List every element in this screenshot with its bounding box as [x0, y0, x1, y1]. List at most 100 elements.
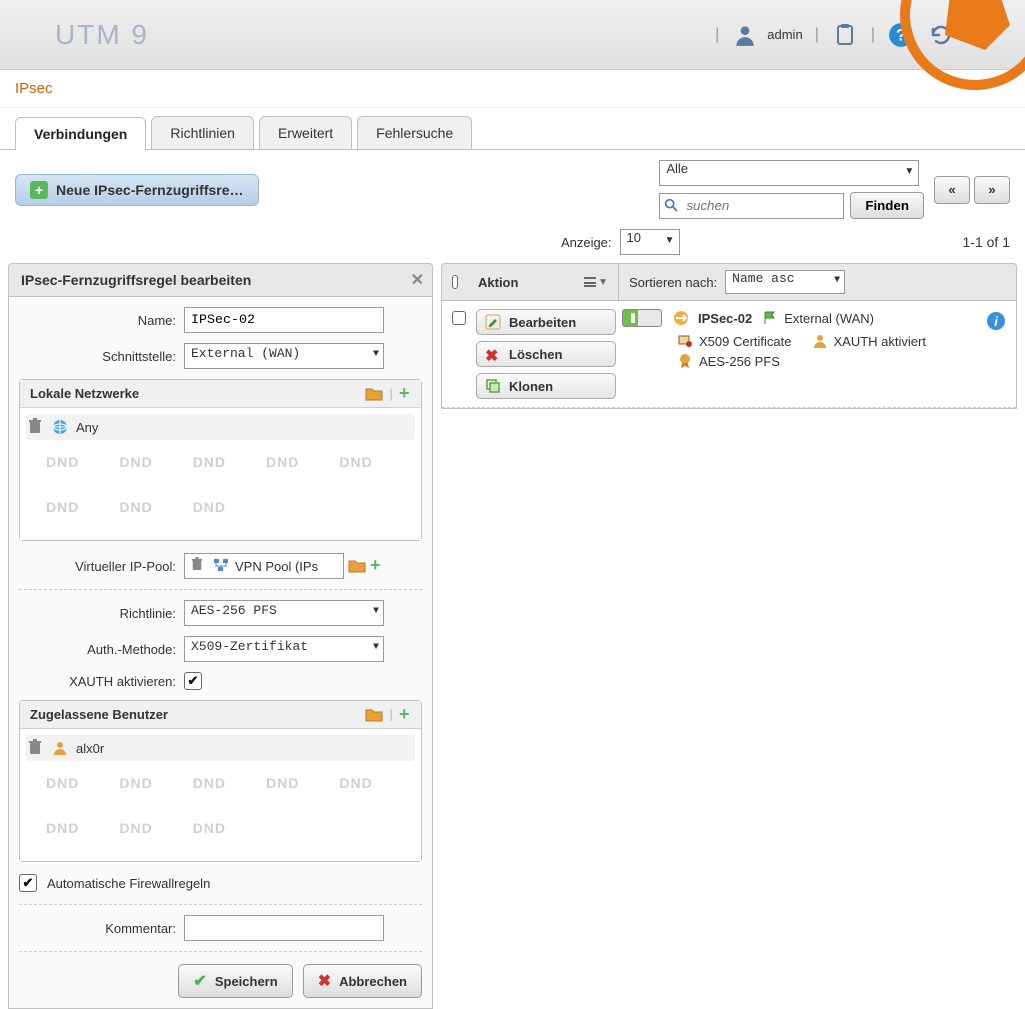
save-button[interactable]: ✔ Speichern [178, 964, 292, 998]
cancel-button[interactable]: ✖ Abbrechen [303, 964, 422, 998]
xauth-status: XAUTH aktiviert [834, 334, 926, 349]
display-label: Anzeige: [561, 235, 612, 250]
user-name: alx0r [76, 741, 104, 756]
comment-label: Kommentar: [19, 921, 184, 936]
svg-text:i: i [994, 314, 998, 329]
vip-pool-label: Virtueller IP-Pool: [19, 559, 184, 574]
interface-label: Schnittstelle: [19, 349, 184, 364]
new-rule-label: Neue IPsec-Fernzugriffsre… [56, 182, 244, 198]
name-label: Name: [19, 313, 184, 328]
user-icon [731, 21, 759, 49]
interface-name: External (WAN) [784, 311, 874, 326]
search-input[interactable] [659, 193, 844, 219]
clone-icon [485, 378, 501, 394]
folder-icon[interactable] [365, 708, 383, 722]
xauth-checkbox[interactable] [184, 672, 202, 690]
next-page-button[interactable]: » [974, 176, 1010, 204]
sort-label: Sortieren nach: [629, 275, 717, 290]
auth-method-value: X509-Zertifikat [191, 639, 308, 654]
policy-label: Richtlinie: [19, 606, 184, 621]
certificate-icon [677, 333, 693, 349]
info-icon[interactable]: i [986, 311, 1002, 327]
auth-method-select[interactable]: X509-Zertifikat [184, 636, 384, 662]
clipboard-icon[interactable] [831, 21, 859, 49]
close-icon[interactable]: ✕ [411, 270, 424, 290]
policy-select[interactable]: AES-256 PFS [184, 600, 384, 626]
clone-label: Klonen [509, 379, 553, 394]
delete-button[interactable]: ✖ Löschen [476, 341, 616, 367]
plus-icon: + [30, 181, 48, 199]
badge-icon [677, 353, 693, 369]
toolbar-row2: Anzeige: 10 1-1 of 1 [0, 229, 1025, 263]
comment-input[interactable] [184, 915, 384, 941]
dnd-drop-zone[interactable]: DNDDNDDNDDNDDNDDNDDNDDND [26, 765, 415, 855]
local-networks-box: Lokale Netzwerke | + [19, 379, 422, 541]
network-icon [213, 558, 229, 574]
x-icon: ✖ [318, 971, 331, 991]
xauth-label: XAUTH aktivieren: [19, 674, 184, 689]
network-name: Any [76, 420, 98, 435]
dnd-drop-zone[interactable]: DNDDNDDNDDNDDNDDNDDNDDND [26, 444, 415, 534]
interface-value: External (WAN) [191, 346, 300, 361]
row-checkbox[interactable] [452, 311, 466, 325]
edit-label: Bearbeiten [509, 315, 576, 330]
filter-select[interactable]: Alle [659, 160, 919, 186]
display-value: 10 [627, 230, 641, 245]
list-header: Aktion ▼ Sortieren nach: Name asc [441, 263, 1017, 301]
auto-fw-checkbox[interactable] [19, 874, 37, 892]
connection-name: IPSec-02 [698, 311, 752, 326]
tab-connections[interactable]: Verbindungen [15, 117, 146, 150]
sort-select[interactable]: Name asc [725, 270, 845, 294]
prev-page-button[interactable]: « [934, 176, 970, 204]
tunnel-icon [672, 310, 688, 326]
auth-method: X509 Certificate [699, 334, 792, 349]
edit-button[interactable]: Bearbeiten [476, 309, 616, 335]
find-button[interactable]: Finden [850, 192, 924, 219]
trash-icon[interactable] [28, 739, 44, 757]
globe-icon [52, 419, 68, 435]
add-user-icon[interactable]: + [399, 707, 415, 723]
add-network-icon[interactable]: + [399, 386, 415, 402]
sort-value: Name asc [732, 271, 794, 286]
bulk-action-menu[interactable]: ▼ [584, 277, 608, 288]
delete-label: Löschen [509, 347, 562, 362]
user-icon [52, 740, 68, 756]
delete-icon: ✖ [485, 346, 501, 362]
tab-bar: Verbindungen Richtlinien Erweitert Fehle… [0, 108, 1025, 150]
user-entry: alx0r [26, 735, 415, 761]
display-select[interactable]: 10 [620, 229, 680, 255]
trash-icon[interactable] [191, 557, 207, 575]
vip-pool-box[interactable]: VPN Pool (IPs [184, 553, 344, 579]
tab-policies[interactable]: Richtlinien [151, 116, 254, 149]
select-all-checkbox[interactable] [452, 275, 458, 289]
edit-panel-body: Name: Schnittstelle: External (WAN) Loka… [8, 297, 433, 1009]
list-icon [584, 277, 596, 287]
folder-icon[interactable] [365, 387, 383, 401]
vip-pool-value: VPN Pool (IPs [235, 559, 318, 574]
auth-method-label: Auth.-Methode: [19, 642, 184, 657]
enable-toggle[interactable] [622, 309, 662, 327]
name-input[interactable] [184, 307, 384, 333]
network-entry: Any [26, 414, 415, 440]
user-menu[interactable]: admin [731, 21, 802, 49]
trash-icon[interactable] [28, 418, 44, 436]
policy-name: AES-256 PFS [699, 354, 780, 369]
new-rule-button[interactable]: + Neue IPsec-Fernzugriffsre… [15, 174, 259, 206]
logo: UTM 9 [55, 19, 149, 51]
folder-icon[interactable] [348, 559, 366, 573]
flag-icon [762, 310, 778, 326]
page-info: 1-1 of 1 [963, 234, 1010, 250]
chevron-down-icon: ▼ [598, 277, 608, 288]
user-icon [812, 333, 828, 349]
allowed-users-label: Zugelassene Benutzer [30, 707, 168, 722]
tab-advanced[interactable]: Erweitert [259, 116, 352, 149]
auto-fw-label: Automatische Firewallregeln [47, 876, 210, 891]
separator: | [815, 26, 819, 44]
tab-debug[interactable]: Fehlersuche [357, 116, 472, 149]
clone-button[interactable]: Klonen [476, 373, 616, 399]
add-pool-icon[interactable]: + [370, 558, 386, 574]
search-icon [663, 197, 679, 216]
list-item: Bearbeiten ✖ Löschen Klonen [442, 301, 1016, 408]
interface-select[interactable]: External (WAN) [184, 343, 384, 369]
local-networks-label: Lokale Netzwerke [30, 386, 139, 401]
